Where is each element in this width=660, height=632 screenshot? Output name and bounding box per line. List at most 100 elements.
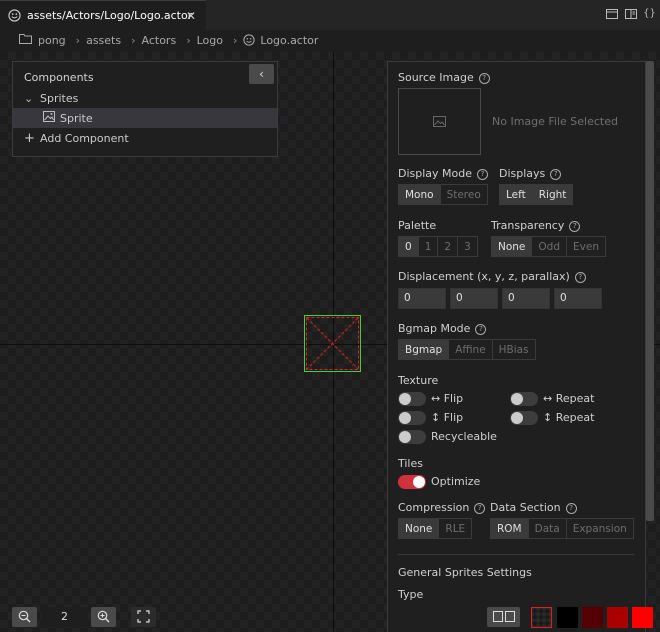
breadcrumb-item[interactable]: Actors (142, 34, 177, 47)
components-panel: Components ‹ ⌄ Sprites Sprite + Add Comp… (12, 61, 278, 157)
properties-panel: Source Image? No Image File Selected Dis… (387, 61, 646, 632)
bgmap-mode-hbias[interactable]: HBias (491, 339, 536, 360)
chevron-down-icon: ⌄ (24, 91, 34, 105)
bgmap-mode-affine[interactable]: Affine (448, 339, 493, 360)
compression-none[interactable]: None (398, 518, 440, 539)
transparency-none[interactable]: None (491, 236, 533, 257)
recycleable-label: Recycleable (431, 430, 497, 443)
h-flip-label: ↔ Flip (431, 392, 464, 405)
h-repeat-toggle[interactable] (510, 392, 538, 406)
split-editor-icon[interactable] (605, 8, 618, 20)
help-icon[interactable]: ? (475, 323, 487, 335)
bgmap-mode-bgmap[interactable]: Bgmap (398, 339, 450, 360)
breadcrumb-item[interactable]: assets (86, 34, 121, 47)
help-icon[interactable]: ? (550, 168, 562, 180)
v-flip-toggle[interactable] (398, 411, 426, 425)
properties-scrollbar[interactable] (646, 61, 654, 521)
fit-to-view-button[interactable] (131, 607, 156, 627)
image-icon (43, 111, 55, 125)
palette-0[interactable]: 0 (398, 236, 419, 257)
type-label: Type (398, 588, 424, 601)
image-icon (433, 116, 446, 127)
data-section-selector: ROM Data Expansion (490, 518, 634, 539)
recycleable-toggle[interactable] (398, 430, 426, 444)
data-section-expansion[interactable]: Expansion (565, 518, 634, 539)
data-section-rom[interactable]: ROM (490, 518, 529, 539)
texture-label: Texture (398, 374, 439, 387)
displacement-y-input[interactable]: 0 (450, 288, 498, 309)
displacement-x-input[interactable]: 0 (398, 288, 446, 309)
data-section-label: Data Section? (490, 501, 577, 514)
h-flip-toggle[interactable] (398, 392, 426, 406)
data-section-data[interactable]: Data (527, 518, 567, 539)
fit-view-icon (137, 610, 150, 623)
palette-swatch-medium-red[interactable] (607, 607, 628, 628)
bgmap-mode-selector: Bgmap Affine HBias (398, 339, 536, 360)
breadcrumb-item[interactable]: Logo (197, 34, 223, 47)
breadcrumb-item[interactable]: Logo.actor (260, 34, 318, 47)
zoom-level-value: 2 (41, 607, 88, 627)
plus-icon: + (24, 130, 35, 146)
help-icon[interactable]: ? (569, 220, 581, 232)
palette-swatch-black[interactable] (557, 607, 578, 628)
help-icon[interactable]: ? (574, 271, 586, 283)
tab-title: assets/Actors/Logo/Logo.actor (27, 9, 193, 22)
breadcrumb-item[interactable]: pong (38, 34, 66, 47)
chevron-right-icon: › (75, 33, 81, 47)
optimize-toggle[interactable] (398, 475, 426, 489)
preview-icon[interactable] (624, 8, 637, 20)
compression-selector: None RLE (398, 518, 473, 539)
transparency-even[interactable]: Even (566, 236, 606, 257)
display-mode-mono[interactable]: Mono (398, 184, 441, 205)
palette-swatch-transparent[interactable] (531, 607, 552, 628)
divider (398, 554, 634, 555)
add-component-label: Add Component (40, 131, 129, 145)
transparency-odd[interactable]: Odd (531, 236, 568, 257)
help-icon[interactable]: ? (477, 168, 489, 180)
no-image-text: No Image File Selected (492, 115, 618, 128)
optimize-label: Optimize (431, 475, 481, 488)
editor-tab[interactable]: assets/Actors/Logo/Logo.actor ✕ (0, 0, 206, 30)
smiley-icon (8, 9, 21, 22)
zoom-out-button[interactable] (12, 607, 37, 627)
general-settings-heading: General Sprites Settings (398, 566, 532, 579)
chevron-right-icon: › (232, 33, 238, 47)
smiley-icon (243, 34, 256, 46)
palette-swatch-bright-red[interactable] (632, 607, 653, 628)
displays-left[interactable]: Left (499, 184, 533, 205)
tree-group-sprites[interactable]: ⌄ Sprites (13, 88, 277, 108)
tiles-label: Tiles (398, 457, 423, 470)
close-tab-icon[interactable]: ✕ (186, 9, 196, 23)
tab-bar: assets/Actors/Logo/Logo.actor ✕ {} (0, 0, 660, 30)
palette-2[interactable]: 2 (437, 236, 459, 257)
code-icon[interactable]: {} (643, 8, 656, 20)
tree-item-sprite[interactable]: Sprite (13, 108, 277, 128)
compression-rle[interactable]: RLE (438, 518, 473, 539)
help-icon[interactable]: ? (565, 502, 577, 514)
split-view-button[interactable] (487, 607, 520, 627)
tree-group-label: Sprites (40, 91, 79, 105)
displays-right[interactable]: Right (531, 184, 574, 205)
palette-swatch-dark-red[interactable] (582, 607, 603, 628)
missing-image-cross-icon (306, 317, 359, 370)
breadcrumb: pong › assets › Actors › Logo › Logo.act… (0, 30, 660, 50)
displacement-parallax-input[interactable]: 0 (554, 288, 602, 309)
sprite-placeholder[interactable] (304, 315, 361, 372)
v-repeat-label: ↕ Repeat (543, 411, 595, 424)
collapse-panel-button[interactable]: ‹ (249, 64, 274, 84)
split-view-icon (492, 611, 515, 622)
zoom-in-button[interactable] (91, 607, 116, 627)
palette-label: Palette (398, 219, 437, 232)
display-mode-stereo[interactable]: Stereo (439, 184, 488, 205)
palette-1[interactable]: 1 (417, 236, 439, 257)
palette-3[interactable]: 3 (457, 236, 478, 257)
components-title: Components (24, 71, 94, 84)
bgmap-mode-label: Bgmap Mode? (398, 322, 487, 335)
help-icon[interactable]: ? (478, 72, 490, 84)
displacement-z-input[interactable]: 0 (502, 288, 550, 309)
transparency-selector: None Odd Even (491, 236, 606, 257)
source-image-picker[interactable] (398, 88, 481, 155)
v-repeat-toggle[interactable] (510, 411, 538, 425)
add-component-button[interactable]: + Add Component (13, 128, 277, 148)
help-icon[interactable]: ? (474, 502, 486, 514)
